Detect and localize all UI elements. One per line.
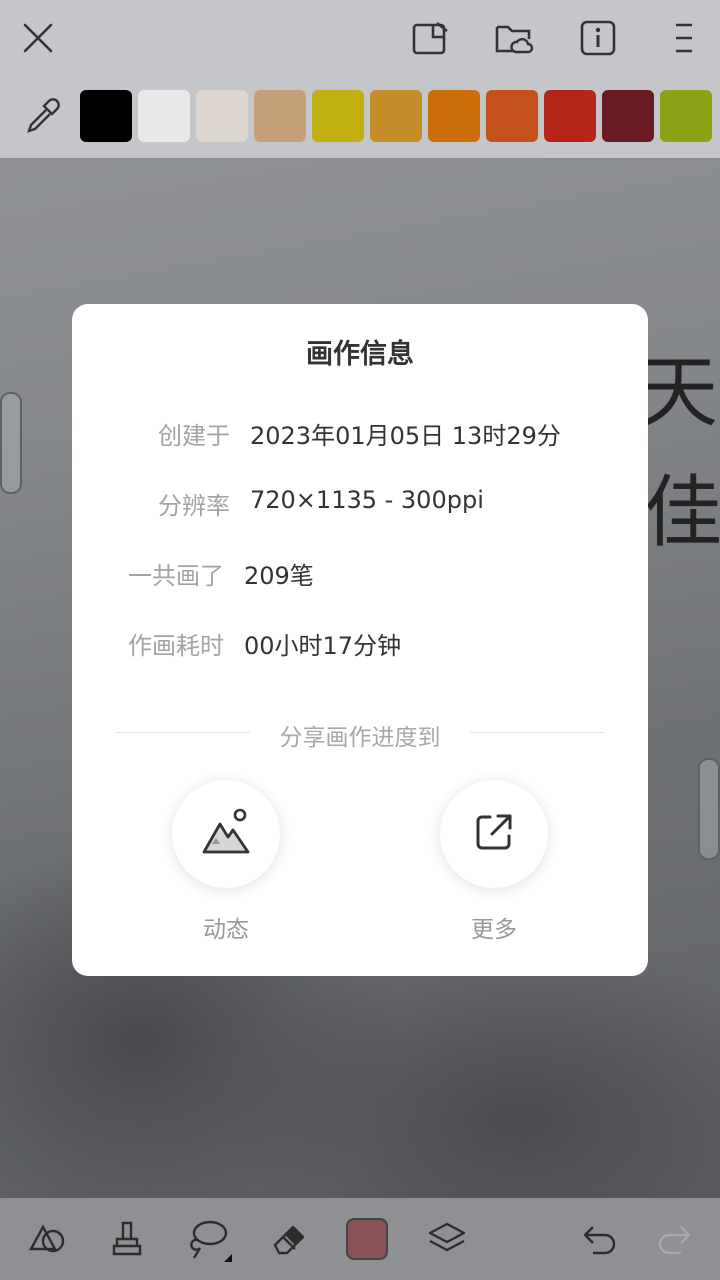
color-swatch[interactable] — [254, 90, 306, 142]
share-caption: 分享画作进度到 — [279, 725, 441, 751]
color-swatch[interactable] — [660, 90, 712, 142]
color-swatch[interactable] — [80, 90, 132, 142]
artwork-info-dialog: 画作信息 创建于 2023年01月05日 13时29分 分辨率 720×1135… — [72, 304, 648, 976]
current-color-swatch[interactable] — [346, 1218, 388, 1260]
color-swatch[interactable] — [428, 90, 480, 142]
gallery-icon[interactable] — [406, 14, 454, 62]
created-label: 创建于 — [158, 422, 230, 450]
color-swatch[interactable] — [370, 90, 422, 142]
fill-bucket-icon[interactable] — [104, 1216, 150, 1262]
right-scroll-handle[interactable] — [698, 758, 720, 860]
color-swatch[interactable] — [138, 90, 190, 142]
share-more-label: 更多 — [471, 917, 517, 943]
color-swatch[interactable] — [196, 90, 248, 142]
left-scroll-handle[interactable] — [0, 392, 22, 494]
close-icon[interactable] — [14, 14, 62, 62]
undo-icon[interactable] — [576, 1216, 622, 1262]
stroke-count-label: 一共画了 — [128, 562, 224, 590]
top-toolbar — [0, 0, 720, 78]
bottom-toolbar — [0, 1198, 720, 1280]
shape-tool-icon[interactable] — [24, 1216, 70, 1262]
share-moments-button[interactable] — [172, 780, 280, 888]
external-share-icon — [472, 810, 516, 858]
layers-icon[interactable] — [424, 1216, 470, 1262]
color-swatch[interactable] — [602, 90, 654, 142]
resolution-value: 720×1135 - 300ppi — [250, 486, 484, 514]
menu-icon[interactable] — [664, 14, 704, 62]
resolution-label: 分辨率 — [158, 492, 230, 520]
color-swatch[interactable] — [312, 90, 364, 142]
eraser-icon[interactable] — [266, 1216, 312, 1262]
dialog-title: 画作信息 — [306, 339, 414, 370]
share-moments-label: 动态 — [203, 917, 249, 943]
lasso-icon[interactable] — [184, 1216, 234, 1266]
mountain-image-icon — [200, 806, 252, 862]
eyedropper-icon[interactable] — [18, 92, 66, 140]
drawing-time-label: 作画耗时 — [128, 632, 224, 660]
share-more-button[interactable] — [440, 780, 548, 888]
cloud-folder-icon[interactable] — [490, 14, 538, 62]
info-icon[interactable] — [574, 14, 622, 62]
color-swatch[interactable] — [544, 90, 596, 142]
created-value: 2023年01月05日 13时29分 — [250, 422, 561, 450]
color-palette — [0, 78, 720, 158]
drawing-time-value: 00小时17分钟 — [244, 632, 402, 660]
stroke-count-value: 209笔 — [244, 562, 314, 590]
redo-icon[interactable] — [652, 1216, 698, 1262]
divider-right — [470, 732, 604, 733]
color-swatch[interactable] — [486, 90, 538, 142]
